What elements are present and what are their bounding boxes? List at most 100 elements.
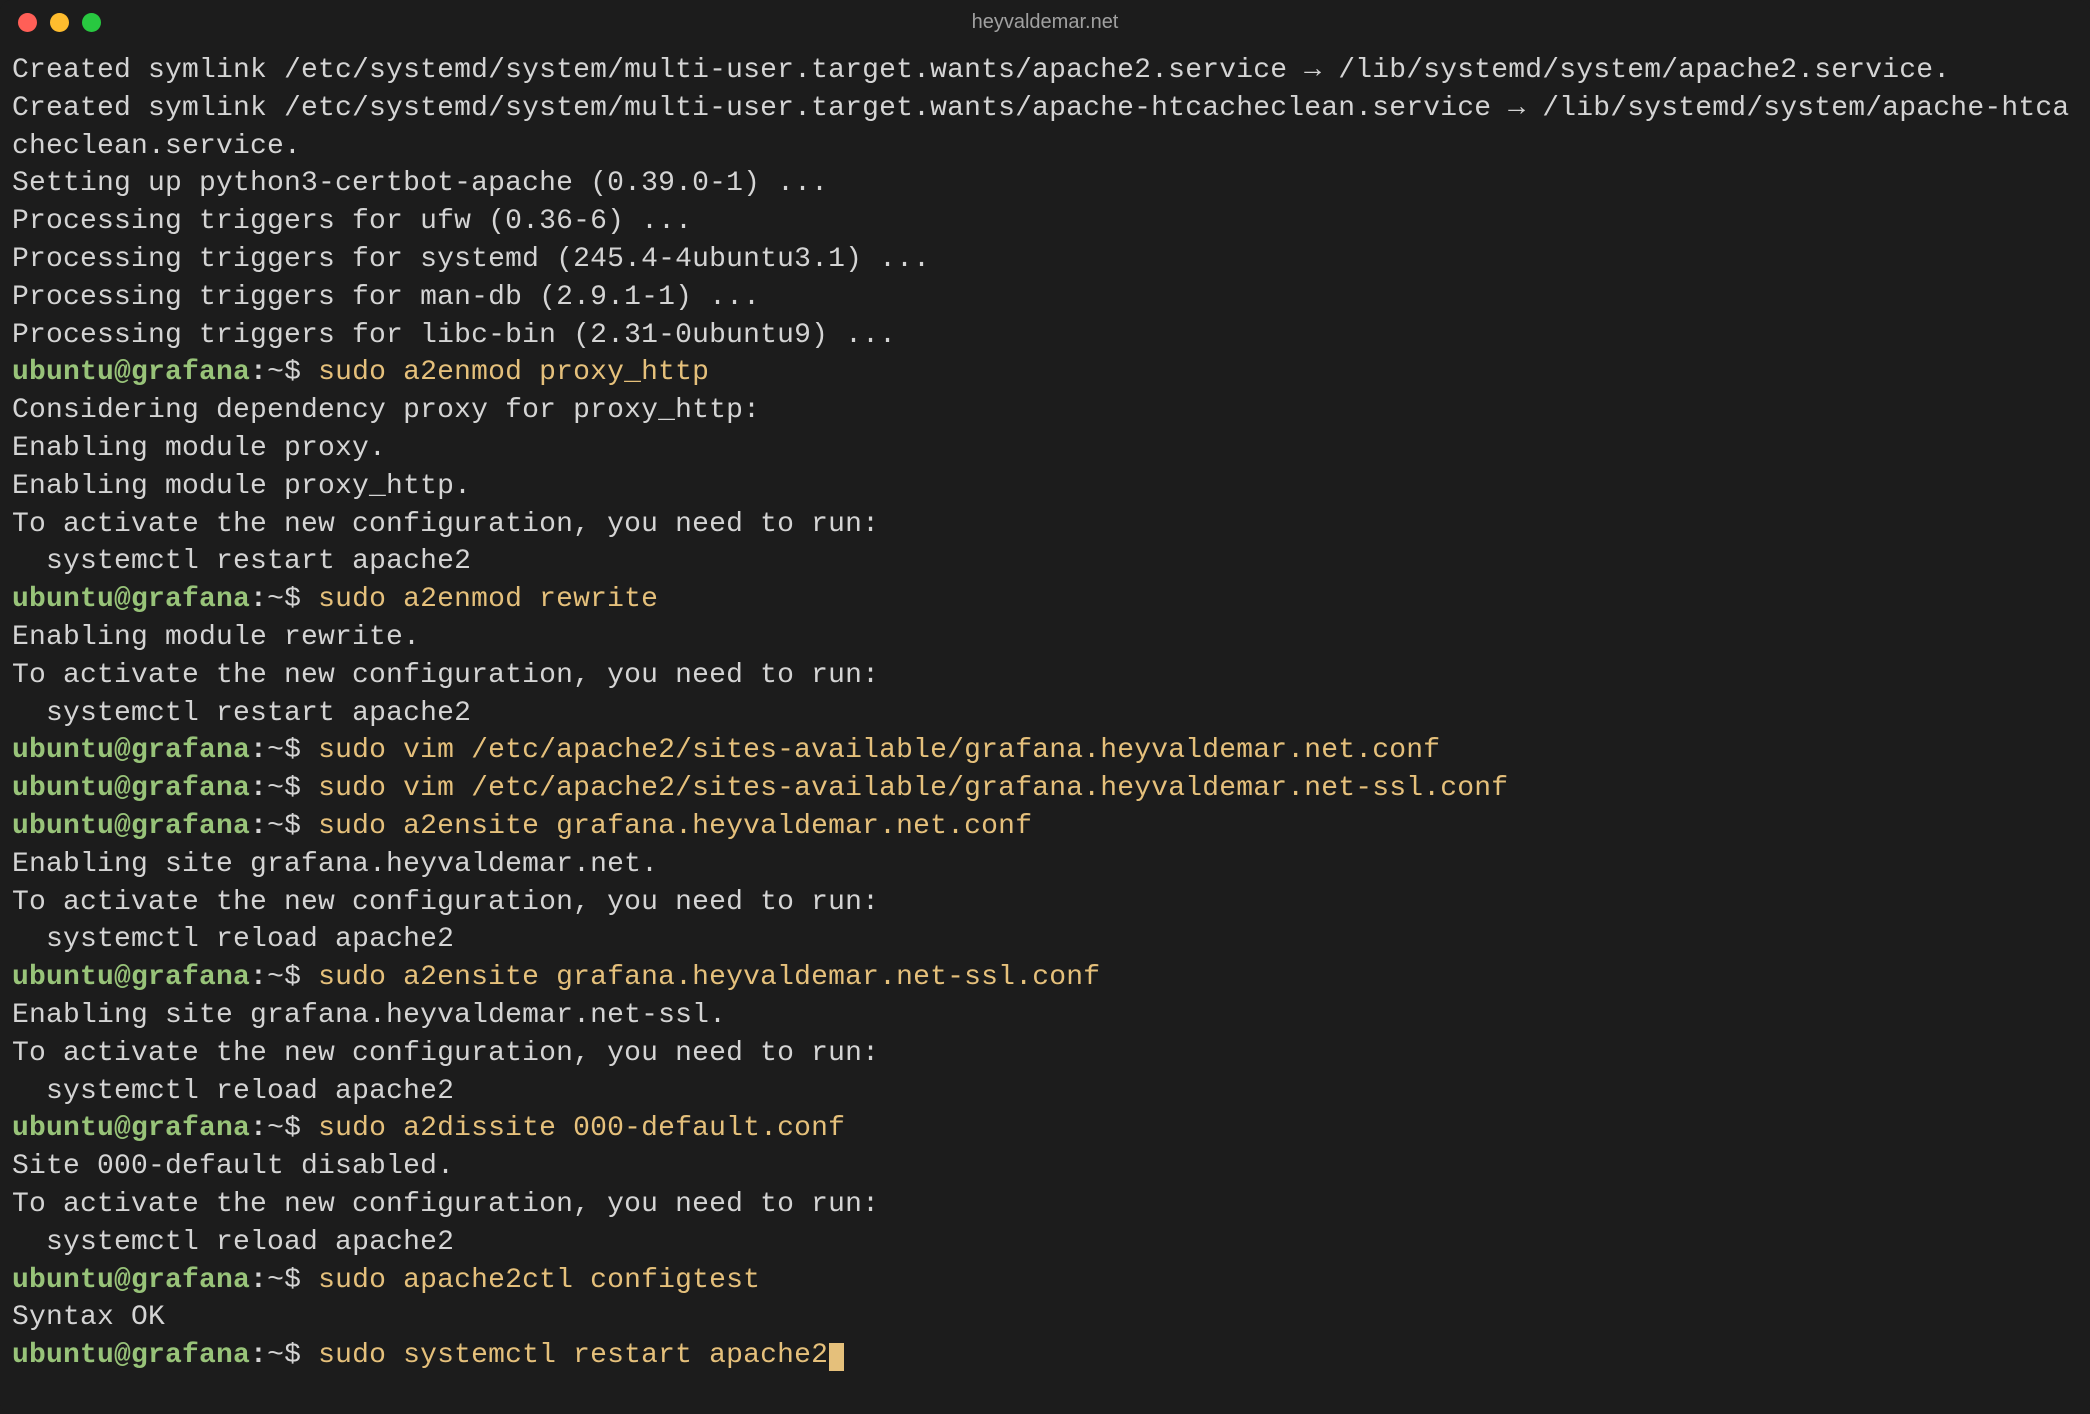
prompt-separator: : — [250, 357, 267, 388]
terminal-line: ubuntu@grafana:~$ sudo vim /etc/apache2/… — [12, 770, 2078, 808]
cursor — [829, 1343, 844, 1371]
output-text: Considering dependency proxy for proxy_h… — [12, 395, 760, 426]
terminal-line: Enabling module rewrite. — [12, 619, 2078, 657]
terminal-line: ubuntu@grafana:~$ sudo a2enmod proxy_htt… — [12, 354, 2078, 392]
prompt-path: ~$ — [267, 1113, 318, 1144]
terminal-line: systemctl restart apache2 — [12, 695, 2078, 733]
terminal-line: ubuntu@grafana:~$ sudo systemctl restart… — [12, 1337, 2078, 1375]
output-text: Processing triggers for systemd (245.4-4… — [12, 244, 930, 275]
terminal-line: Processing triggers for man-db (2.9.1-1)… — [12, 279, 2078, 317]
prompt-separator: : — [250, 1265, 267, 1296]
prompt-path: ~$ — [267, 735, 318, 766]
command-text: sudo a2enmod proxy_http — [318, 357, 709, 388]
terminal-line: Syntax OK — [12, 1299, 2078, 1337]
terminal-line: Processing triggers for ufw (0.36-6) ... — [12, 203, 2078, 241]
command-text: sudo vim /etc/apache2/sites-available/gr… — [318, 735, 1440, 766]
output-text: Processing triggers for ufw (0.36-6) ... — [12, 206, 692, 237]
output-text: systemctl reload apache2 — [12, 924, 454, 955]
output-text: Enabling site grafana.heyvaldemar.net-ss… — [12, 1000, 726, 1031]
output-text: Setting up python3-certbot-apache (0.39.… — [12, 168, 828, 199]
prompt-path: ~$ — [267, 357, 318, 388]
terminal-content[interactable]: Created symlink /etc/systemd/system/mult… — [0, 44, 2090, 1414]
terminal-line: ubuntu@grafana:~$ sudo a2ensite grafana.… — [12, 959, 2078, 997]
output-text: To activate the new configuration, you n… — [12, 509, 879, 540]
terminal-line: Site 000-default disabled. — [12, 1148, 2078, 1186]
terminal-line: ubuntu@grafana:~$ sudo a2dissite 000-def… — [12, 1110, 2078, 1148]
terminal-line: ubuntu@grafana:~$ sudo vim /etc/apache2/… — [12, 732, 2078, 770]
traffic-lights — [18, 13, 101, 32]
prompt-separator: : — [250, 773, 267, 804]
terminal-line: To activate the new configuration, you n… — [12, 506, 2078, 544]
command-text: sudo systemctl restart apache2 — [318, 1340, 828, 1371]
terminal-line: To activate the new configuration, you n… — [12, 1035, 2078, 1073]
prompt-path: ~$ — [267, 1340, 318, 1371]
prompt-user-host: ubuntu@grafana — [12, 773, 250, 804]
output-text: systemctl restart apache2 — [12, 698, 471, 729]
output-text: systemctl reload apache2 — [12, 1227, 454, 1258]
prompt-user-host: ubuntu@grafana — [12, 1340, 250, 1371]
prompt-user-host: ubuntu@grafana — [12, 1113, 250, 1144]
terminal-line: Created symlink /etc/systemd/system/mult… — [12, 90, 2078, 166]
command-text: sudo apache2ctl configtest — [318, 1265, 760, 1296]
terminal-line: Created symlink /etc/systemd/system/mult… — [12, 52, 2078, 90]
minimize-button[interactable] — [50, 13, 69, 32]
maximize-button[interactable] — [82, 13, 101, 32]
terminal-line: systemctl reload apache2 — [12, 921, 2078, 959]
terminal-line: To activate the new configuration, you n… — [12, 1186, 2078, 1224]
terminal-line: Setting up python3-certbot-apache (0.39.… — [12, 165, 2078, 203]
terminal-window: heyvaldemar.net Created symlink /etc/sys… — [0, 0, 2090, 1414]
terminal-line: Processing triggers for systemd (245.4-4… — [12, 241, 2078, 279]
prompt-user-host: ubuntu@grafana — [12, 811, 250, 842]
terminal-line: Processing triggers for libc-bin (2.31-0… — [12, 317, 2078, 355]
output-text: To activate the new configuration, you n… — [12, 1189, 879, 1220]
window-title: heyvaldemar.net — [16, 9, 2074, 36]
prompt-separator: : — [250, 962, 267, 993]
output-text: systemctl reload apache2 — [12, 1076, 454, 1107]
terminal-line: systemctl restart apache2 — [12, 543, 2078, 581]
output-text: Processing triggers for libc-bin (2.31-0… — [12, 320, 896, 351]
output-text: To activate the new configuration, you n… — [12, 660, 879, 691]
terminal-line: ubuntu@grafana:~$ sudo a2ensite grafana.… — [12, 808, 2078, 846]
terminal-line: systemctl reload apache2 — [12, 1073, 2078, 1111]
prompt-separator: : — [250, 584, 267, 615]
terminal-line: Enabling module proxy. — [12, 430, 2078, 468]
terminal-line: To activate the new configuration, you n… — [12, 884, 2078, 922]
command-text: sudo a2ensite grafana.heyvaldemar.net-ss… — [318, 962, 1100, 993]
prompt-user-host: ubuntu@grafana — [12, 1265, 250, 1296]
terminal-line: systemctl reload apache2 — [12, 1224, 2078, 1262]
prompt-path: ~$ — [267, 773, 318, 804]
titlebar[interactable]: heyvaldemar.net — [0, 0, 2090, 44]
output-text: To activate the new configuration, you n… — [12, 1038, 879, 1069]
close-button[interactable] — [18, 13, 37, 32]
prompt-separator: : — [250, 811, 267, 842]
prompt-path: ~$ — [267, 584, 318, 615]
command-text: sudo vim /etc/apache2/sites-available/gr… — [318, 773, 1508, 804]
prompt-user-host: ubuntu@grafana — [12, 584, 250, 615]
prompt-path: ~$ — [267, 1265, 318, 1296]
output-text: Enabling site grafana.heyvaldemar.net. — [12, 849, 658, 880]
prompt-separator: : — [250, 1113, 267, 1144]
terminal-line: Enabling site grafana.heyvaldemar.net-ss… — [12, 997, 2078, 1035]
prompt-user-host: ubuntu@grafana — [12, 357, 250, 388]
output-text: Created symlink /etc/systemd/system/mult… — [12, 93, 2069, 162]
prompt-separator: : — [250, 735, 267, 766]
output-text: Syntax OK — [12, 1302, 165, 1333]
terminal-line: To activate the new configuration, you n… — [12, 657, 2078, 695]
command-text: sudo a2ensite grafana.heyvaldemar.net.co… — [318, 811, 1032, 842]
prompt-separator: : — [250, 1340, 267, 1371]
prompt-user-host: ubuntu@grafana — [12, 735, 250, 766]
command-text: sudo a2enmod rewrite — [318, 584, 658, 615]
output-text: systemctl restart apache2 — [12, 546, 471, 577]
output-text: To activate the new configuration, you n… — [12, 887, 879, 918]
output-text: Site 000-default disabled. — [12, 1151, 454, 1182]
output-text: Enabling module proxy_http. — [12, 471, 471, 502]
terminal-line: Considering dependency proxy for proxy_h… — [12, 392, 2078, 430]
command-text: sudo a2dissite 000-default.conf — [318, 1113, 845, 1144]
terminal-line: ubuntu@grafana:~$ sudo a2enmod rewrite — [12, 581, 2078, 619]
terminal-line: Enabling module proxy_http. — [12, 468, 2078, 506]
output-text: Created symlink /etc/systemd/system/mult… — [12, 55, 1950, 86]
terminal-line: Enabling site grafana.heyvaldemar.net. — [12, 846, 2078, 884]
prompt-path: ~$ — [267, 962, 318, 993]
output-text: Processing triggers for man-db (2.9.1-1)… — [12, 282, 760, 313]
output-text: Enabling module rewrite. — [12, 622, 420, 653]
